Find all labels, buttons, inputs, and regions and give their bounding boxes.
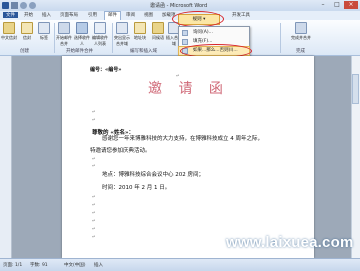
recipients-icon	[76, 22, 88, 34]
document-title[interactable]: 邀 请 函	[148, 78, 229, 98]
word-count[interactable]: 字数: 91	[30, 262, 48, 268]
edit-recipient-list-button[interactable]: 编辑收件人列表	[92, 22, 108, 47]
fill-in-icon	[182, 39, 188, 45]
body-line-2[interactable]: 特邀请您参加庆典活动。	[90, 146, 151, 154]
chinese-envelope-label: 中文信封	[1, 35, 17, 40]
redo-icon[interactable]	[29, 2, 36, 9]
group-separator	[280, 23, 281, 53]
paragraph-mark: ↵	[92, 211, 96, 216]
ask-icon	[182, 30, 188, 36]
paragraph-mark: ↵	[92, 235, 96, 240]
highlight-merge-fields-button[interactable]: 突出显示合并域	[114, 22, 130, 47]
group-label-start-mail-merge: 开始邮件合并	[66, 49, 93, 54]
paragraph-mark: ↵	[92, 219, 96, 224]
paragraph-mark: ↵	[92, 227, 96, 232]
paragraph-mark: ↵	[92, 195, 96, 200]
paragraph-mark: ↵	[92, 164, 96, 169]
paragraph-mark: ↵	[92, 118, 96, 123]
save-icon[interactable]	[11, 2, 18, 9]
tab-developer[interactable]: 开发工具	[232, 12, 250, 18]
undo-icon[interactable]	[20, 2, 27, 9]
document-merge-icon	[58, 22, 70, 34]
edit-list-icon	[94, 22, 106, 34]
menu-item-ask[interactable]: 询问(A)...	[179, 29, 249, 37]
group-label-finish: 完成	[296, 49, 305, 54]
highlight-merge-fields-label: 突出显示合并域	[114, 35, 130, 46]
tab-home[interactable]: 开始	[24, 12, 33, 18]
chinese-envelope-button[interactable]: 中文信封	[1, 22, 17, 41]
time-line[interactable]: 时间：2010 年 2 月 1 日。	[102, 183, 170, 191]
minimize-button[interactable]: –	[316, 1, 330, 9]
highlight-icon	[116, 22, 128, 34]
group-separator	[54, 23, 55, 53]
labels-button[interactable]: 标签	[36, 22, 52, 41]
group-separator	[112, 23, 113, 53]
envelope-icon	[21, 22, 33, 34]
page-count[interactable]: 页面: 1/1	[3, 262, 22, 268]
select-recipients-label: 选择收件人	[74, 35, 90, 46]
menu-item-label: 询问(A)...	[193, 30, 213, 35]
start-mail-merge-label: 开始邮件合并	[56, 35, 72, 46]
envelopes-label: 信封	[23, 35, 31, 40]
label-sheet-icon	[38, 22, 50, 34]
finish-merge-label: 完成并合并	[291, 35, 311, 40]
select-recipients-button[interactable]: 选择收件人	[74, 22, 90, 47]
title-bar: 邀请函 - Microsoft Word – □ ×	[0, 0, 360, 11]
address-block-icon	[134, 22, 146, 34]
tab-insert[interactable]: 插入	[42, 12, 51, 18]
header-merge-field[interactable]: 编号：«编号»	[90, 66, 121, 73]
envelopes-button[interactable]: 信封	[19, 22, 35, 41]
language-indicator[interactable]: 中文(中国)	[64, 262, 86, 268]
close-button[interactable]: ×	[344, 1, 358, 9]
watermark: www.laixuea.com	[226, 234, 354, 251]
status-bar: 页面: 1/1 字数: 91 中文(中国) 插入	[0, 258, 360, 271]
tab-references[interactable]: 引用	[88, 12, 97, 18]
tab-page-layout[interactable]: 页面布局	[60, 12, 78, 18]
tab-review[interactable]: 审阅	[126, 12, 135, 18]
paragraph-mark: ↵	[92, 110, 96, 115]
edit-recipient-list-label: 编辑收件人列表	[92, 35, 108, 46]
insert-mode-indicator[interactable]: 插入	[94, 262, 103, 268]
paragraph-mark: ↵	[92, 203, 96, 208]
finish-merge-icon	[295, 22, 307, 34]
greeting-icon	[152, 22, 164, 34]
location-line[interactable]: 地点：博雅科技综合会议中心 202 房间；	[102, 170, 204, 178]
address-block-label: 地址块	[134, 35, 146, 40]
address-block-button[interactable]: 地址块	[132, 22, 148, 41]
vertical-ruler	[0, 56, 12, 258]
paragraph-mark: ↵	[92, 157, 96, 162]
word-app-icon[interactable]	[2, 2, 9, 9]
labels-label: 标签	[40, 35, 48, 40]
maximize-button[interactable]: □	[330, 1, 344, 9]
scrollbar-thumb[interactable]	[352, 74, 359, 104]
greeting-line-button[interactable]: 问候语	[150, 22, 166, 41]
tab-view[interactable]: 视图	[144, 12, 153, 18]
greeting-line-label: 问候语	[152, 35, 164, 40]
red-highlight-ring	[172, 11, 224, 27]
envelope-icon	[3, 22, 15, 34]
tab-file[interactable]: 文件	[3, 12, 18, 18]
start-mail-merge-button[interactable]: 开始邮件合并	[56, 22, 72, 47]
window-title: 邀请函 - Microsoft Word	[150, 3, 208, 9]
group-label-create: 创建	[20, 49, 29, 54]
finish-merge-button[interactable]: 完成并合并	[290, 22, 312, 41]
group-label-write-insert-fields: 编写和插入域	[130, 49, 157, 54]
body-line-1[interactable]: 感谢您一年来博雅科技的大力支持，在博雅科技成立 4 周年之际，	[102, 134, 263, 142]
